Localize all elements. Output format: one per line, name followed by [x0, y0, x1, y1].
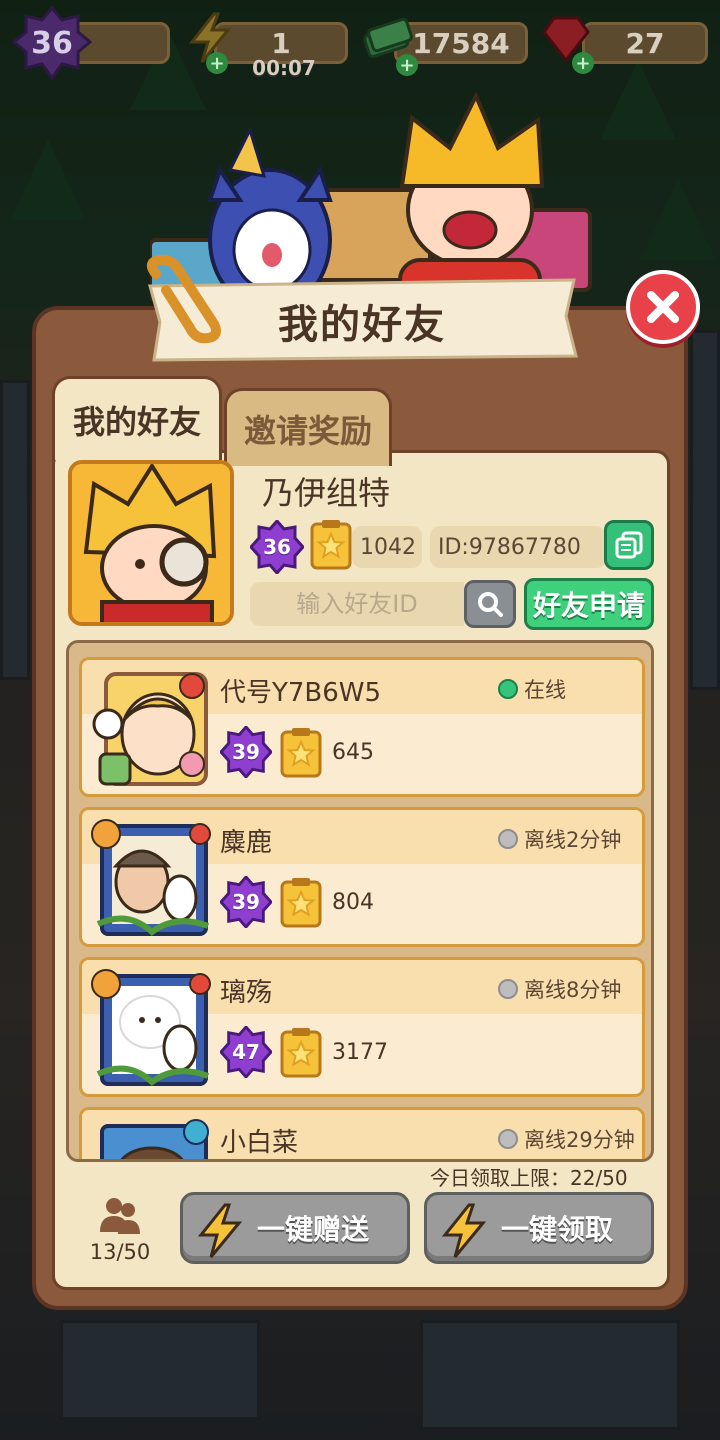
- my-score-value: 1042: [360, 534, 416, 560]
- my-id-text: ID:97867780: [438, 534, 581, 560]
- friend-level-text: 39: [232, 890, 260, 914]
- send-all-label: 一键赠送: [256, 1213, 369, 1246]
- player-level-badge[interactable]: 36: [12, 6, 92, 80]
- tab-my-friends[interactable]: 我的好友: [52, 376, 222, 460]
- friend-avatar-frame-icon: [91, 969, 211, 1086]
- my-level-badge: 36: [250, 520, 304, 574]
- friend-card[interactable]: 小白菜 离线29分钟: [79, 1107, 645, 1159]
- my-avatar[interactable]: [68, 460, 234, 626]
- friends-group-icon: [100, 1198, 140, 1234]
- energy-value: 1: [271, 26, 291, 60]
- friends-list[interactable]: 代号Y7B6W5 在线 39 645 麋鹿 离线2分钟 39 804 璃殇 离线…: [66, 640, 654, 1162]
- energy-timer: 00:07: [252, 56, 316, 80]
- star-clipboard-icon: [310, 520, 352, 570]
- friend-level-badge: 47: [220, 1026, 272, 1078]
- star-clipboard-icon: [280, 1028, 322, 1078]
- friend-level-text: 47: [232, 1040, 260, 1064]
- friend-name: 麋鹿: [220, 828, 273, 858]
- player-portrait-icon: [72, 464, 230, 622]
- add-energy-icon[interactable]: +: [206, 52, 228, 74]
- friend-status: 在线: [498, 674, 566, 704]
- friend-score: 804: [332, 890, 374, 915]
- star-clipboard-icon: [280, 728, 322, 778]
- friend-status: 离线2分钟: [498, 824, 621, 854]
- send-all-button[interactable]: 一键赠送: [180, 1192, 410, 1264]
- friend-status-text: 离线2分钟: [524, 828, 622, 852]
- friend-level-badge: 39: [220, 726, 272, 778]
- offline-status-icon: [498, 1129, 518, 1149]
- friend-name: 璃殇: [220, 978, 273, 1008]
- search-icon: [478, 592, 503, 617]
- search-button[interactable]: [464, 580, 516, 628]
- friend-id-search-input[interactable]: [250, 582, 464, 626]
- friend-score: 3177: [332, 1040, 388, 1065]
- star-clipboard-icon: [280, 878, 322, 928]
- gem-value: 27: [625, 26, 665, 60]
- friend-status: 离线29分钟: [498, 1124, 635, 1154]
- friend-name: 小白菜: [220, 1128, 299, 1158]
- friend-status: 离线8分钟: [498, 974, 621, 1004]
- friend-card[interactable]: 璃殇 离线8分钟 47 3177: [79, 957, 645, 1097]
- friend-count: 13/50: [89, 1240, 151, 1264]
- gem-counter[interactable]: 27: [582, 22, 708, 64]
- player-level-text: 36: [31, 25, 73, 61]
- offline-status-icon: [498, 979, 518, 999]
- friend-avatar-frame-icon: [100, 1119, 209, 1159]
- daily-claim-limit: 今日领取上限：22/50: [430, 1166, 628, 1190]
- friend-avatar-frame-icon: [91, 819, 211, 936]
- online-status-icon: [498, 679, 518, 699]
- close-button[interactable]: [626, 270, 700, 344]
- paperclip-icon: [146, 254, 221, 344]
- tab-invite-rewards[interactable]: 邀请奖励: [224, 388, 392, 466]
- friend-status-text: 离线8分钟: [524, 978, 622, 1002]
- my-id: ID:97867780: [430, 526, 606, 568]
- friend-level-badge: 39: [220, 876, 272, 928]
- lightning-icon: [197, 1203, 243, 1258]
- lightning-icon: [441, 1203, 487, 1258]
- my-score: 1042: [352, 526, 422, 568]
- friend-level-text: 39: [232, 740, 260, 764]
- cash-value: 17584: [412, 26, 510, 60]
- friend-status-text: 离线29分钟: [524, 1128, 635, 1152]
- friend-avatar-frame-icon: [92, 672, 208, 786]
- friend-score: 645: [332, 740, 374, 765]
- copy-icon: [615, 531, 643, 559]
- offline-status-icon: [498, 829, 518, 849]
- friend-requests-button[interactable]: 好友申请: [524, 578, 654, 630]
- copy-id-button[interactable]: [604, 520, 654, 570]
- friend-card[interactable]: 麋鹿 离线2分钟 39 804: [79, 807, 645, 947]
- friend-name: 代号Y7B6W5: [220, 678, 382, 708]
- add-gem-icon[interactable]: +: [572, 52, 594, 74]
- claim-all-button[interactable]: 一键领取: [424, 1192, 654, 1264]
- friend-status-text: 在线: [524, 678, 566, 702]
- claim-all-label: 一键领取: [500, 1213, 613, 1246]
- my-level-text: 36: [263, 535, 291, 559]
- friend-card[interactable]: 代号Y7B6W5 在线 39 645: [79, 657, 645, 797]
- my-name: 乃伊组特: [262, 474, 391, 512]
- add-cash-icon[interactable]: +: [396, 54, 418, 76]
- close-icon: [647, 291, 679, 323]
